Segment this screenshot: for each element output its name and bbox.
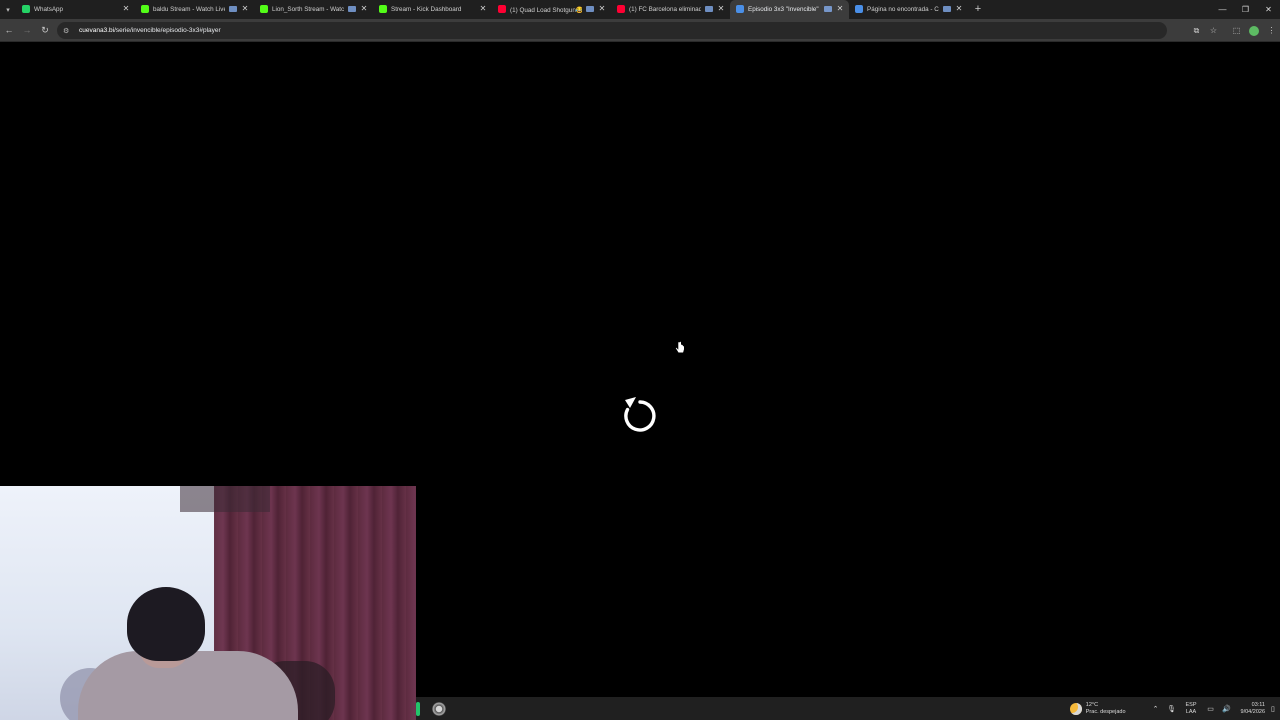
bookmark-star-icon[interactable]: ☆	[1205, 26, 1222, 35]
profile-avatar[interactable]	[1249, 25, 1259, 36]
tab-3[interactable]: Stream - Kick Dashboard ✕	[373, 0, 492, 19]
tab-4[interactable]: (1) Quad Load Shotgun😂 ( ✕	[492, 0, 611, 19]
url-text: cuevana3.bi/serie/invencible/episodio-3x…	[79, 27, 221, 34]
address-bar[interactable]: ⚙ cuevana3.bi/serie/invencible/episodio-…	[57, 22, 1167, 39]
tab-search-chevron-icon[interactable]: ▾	[0, 0, 16, 19]
tab-favicon-icon	[617, 5, 625, 13]
tab-favicon-icon	[498, 5, 506, 13]
new-tab-button[interactable]: +	[968, 0, 988, 19]
tab-close-icon[interactable]: ✕	[240, 4, 250, 14]
extensions-icon[interactable]: ⬚	[1228, 26, 1245, 35]
tab-6[interactable]: Episodio 3x3 "Invencible" - C ✕	[730, 0, 849, 19]
tab-media-icon	[824, 6, 832, 12]
tab-title: Página no encontrada - Cu	[867, 6, 939, 13]
volume-icon[interactable]: 🔊	[1219, 705, 1235, 713]
tab-favicon-icon	[736, 5, 744, 13]
tab-close-icon[interactable]: ✕	[478, 4, 488, 14]
tab-0[interactable]: WhatsApp ✕	[16, 0, 135, 19]
url-host: cuevana3.bi	[79, 27, 115, 34]
tab-close-icon[interactable]: ✕	[597, 4, 607, 14]
tab-5[interactable]: (1) FC Barcelona eliminado ✕	[611, 0, 730, 19]
weather-icon[interactable]	[1069, 702, 1082, 715]
notification-icon[interactable]: ▯	[1271, 705, 1277, 713]
lang-bottom: LAA	[1185, 708, 1197, 715]
menu-dots-icon[interactable]: ⋮	[1263, 26, 1280, 35]
system-tray: 12°C Prac. despejado ⌃ 🎙 ESP LAA ▭ 🔊 03:…	[1069, 697, 1280, 720]
tab-favicon-icon	[22, 5, 30, 13]
window-close-icon[interactable]: ✕	[1257, 0, 1280, 19]
tab-list: WhatsApp ✕ baldu Stream - Watch Live ✕ Lion_…	[16, 0, 968, 19]
tab-media-icon	[348, 6, 356, 12]
weather-desc: Prac. despejado	[1085, 708, 1126, 715]
forward-arrow-icon[interactable]: →	[18, 19, 36, 42]
tab-media-icon	[586, 6, 594, 12]
tab-7[interactable]: Página no encontrada - Cu ✕	[849, 0, 968, 19]
site-info-icon[interactable]: ⚙	[63, 27, 73, 35]
reload-icon[interactable]: ↻	[36, 19, 54, 42]
tab-title: (1) FC Barcelona eliminado	[629, 6, 701, 13]
tab-favicon-icon	[141, 5, 149, 13]
tab-title: Stream - Kick Dashboard	[391, 6, 462, 13]
tab-media-icon	[229, 6, 237, 12]
install-app-icon[interactable]: ⧉	[1188, 26, 1205, 36]
network-icon[interactable]: ▭	[1203, 705, 1219, 713]
tab-close-icon[interactable]: ✕	[121, 4, 131, 14]
webcam-overlay	[0, 486, 416, 720]
tab-title: Episodio 3x3 "Invencible" - C	[748, 6, 820, 13]
tab-title: WhatsApp	[34, 6, 64, 13]
tab-title: (1) Quad Load Shotgun😂 (	[510, 6, 582, 14]
clock-date: 9/04/2026	[1240, 708, 1265, 715]
tab-1[interactable]: baldu Stream - Watch Live ✕	[135, 0, 254, 19]
tab-close-icon[interactable]: ✕	[716, 4, 726, 14]
toolbar-actions: ⧉ ☆ ⬚ ⋮	[1188, 19, 1280, 42]
tab-favicon-icon	[260, 5, 268, 13]
tab-close-icon[interactable]: ✕	[835, 4, 845, 14]
tab-title: Lion_Sorth Stream - Watch Live	[272, 6, 344, 13]
taskbar: 12°C Prac. despejado ⌃ 🎙 ESP LAA ▭ 🔊 03:…	[416, 697, 1280, 720]
tab-favicon-icon	[855, 5, 863, 13]
language-indicator[interactable]: ESP LAA	[1186, 702, 1197, 715]
webcam-shelf	[180, 486, 270, 512]
back-arrow-icon[interactable]: ←	[0, 19, 18, 42]
tab-2[interactable]: Lion_Sorth Stream - Watch Live ✕	[254, 0, 373, 19]
url-path: /serie/invencible/episodio-3x3#player	[114, 27, 221, 34]
webcam-person-body	[78, 651, 298, 720]
microphone-icon[interactable]: 🎙	[1164, 705, 1180, 713]
minimize-icon[interactable]: —	[1211, 0, 1234, 19]
tab-close-icon[interactable]: ✕	[954, 4, 964, 14]
clock[interactable]: 03:11 9/04/2026	[1241, 702, 1265, 715]
tab-media-icon	[705, 6, 713, 12]
tab-close-icon[interactable]: ✕	[359, 4, 369, 14]
restore-icon[interactable]: ❐	[1234, 0, 1257, 19]
tab-media-icon	[943, 6, 951, 12]
weather-widget[interactable]: 12°C Prac. despejado	[1086, 702, 1126, 715]
browser-toolbar: ← → ↻ ⚙ cuevana3.bi/serie/invencible/epi…	[0, 19, 1280, 42]
replay-icon[interactable]	[622, 393, 658, 433]
tab-title: baldu Stream - Watch Live	[153, 6, 225, 13]
chevron-up-icon[interactable]: ⌃	[1148, 705, 1164, 713]
tab-favicon-icon	[379, 5, 387, 13]
webcam-person-hair	[127, 587, 205, 661]
taskbar-indicator	[416, 701, 420, 716]
hand-cursor-icon	[675, 341, 685, 354]
tab-strip: ▾ WhatsApp ✕ baldu Stream - Watch Live ✕ Lio…	[0, 0, 1280, 19]
chrome-taskbar-icon[interactable]	[432, 701, 446, 716]
window-controls: — ❐ ✕	[1211, 0, 1280, 19]
